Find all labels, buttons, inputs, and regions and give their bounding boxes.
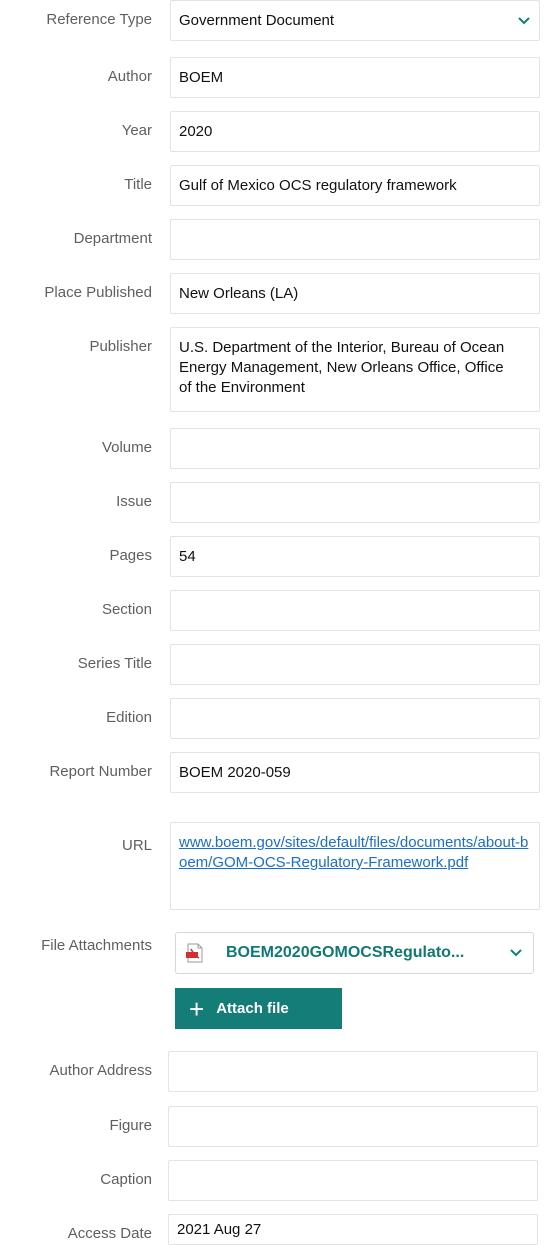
url-field[interactable]: www.boem.gov/sites/default/files/documen… <box>170 822 540 910</box>
place-published-field[interactable]: New Orleans (LA) <box>170 273 540 314</box>
chevron-down-icon <box>509 946 523 960</box>
publisher-field[interactable]: U.S. Department of the Interior, Bureau … <box>170 327 540 412</box>
url-link[interactable]: www.boem.gov/sites/default/files/documen… <box>179 834 528 871</box>
pages-field[interactable]: 54 <box>170 536 540 577</box>
department-label: Department <box>73 230 152 247</box>
attach-file-button[interactable]: + Attach file <box>175 988 342 1029</box>
attach-file-label: Attach file <box>216 1000 289 1017</box>
access-date-label: Access Date <box>67 1225 152 1242</box>
publisher-label: Publisher <box>89 338 152 355</box>
title-field[interactable]: Gulf of Mexico OCS regulatory framework <box>170 165 540 206</box>
pages-label: Pages <box>109 547 152 564</box>
plus-icon: + <box>189 993 205 1024</box>
author-address-label: Author Address <box>49 1062 152 1079</box>
report-number-field[interactable]: BOEM 2020-059 <box>170 752 540 793</box>
department-field[interactable] <box>170 219 540 260</box>
reference-type-label: Reference Type <box>46 11 152 28</box>
author-label: Author <box>107 68 152 85</box>
author-field[interactable]: BOEM <box>170 57 540 98</box>
reference-type-value: Government Document <box>179 11 335 29</box>
reference-type-select[interactable]: Government Document <box>170 0 540 41</box>
section-field[interactable] <box>170 590 540 631</box>
chevron-down-icon <box>517 14 531 28</box>
volume-label: Volume <box>101 439 152 456</box>
section-label: Section <box>101 601 152 618</box>
year-field[interactable]: 2020 <box>170 111 540 152</box>
volume-field[interactable] <box>170 428 540 469</box>
file-attachment-name: BOEM2020GOMOCSRegulato... <box>226 944 465 961</box>
url-label: URL <box>121 837 152 854</box>
series-title-field[interactable] <box>170 644 540 685</box>
file-attachments-label: File Attachments <box>41 937 152 954</box>
pdf-file-icon <box>186 943 204 963</box>
series-title-label: Series Title <box>77 655 152 672</box>
edition-label: Edition <box>106 709 152 726</box>
issue-label: Issue <box>116 493 152 510</box>
file-attachment-select[interactable]: BOEM2020GOMOCSRegulato... <box>175 932 534 974</box>
figure-field[interactable] <box>168 1106 538 1147</box>
report-number-label: Report Number <box>49 763 152 780</box>
access-date-field[interactable]: 2021 Aug 27 <box>168 1214 538 1245</box>
author-address-field[interactable] <box>168 1051 538 1092</box>
place-published-label: Place Published <box>44 284 152 301</box>
title-label: Title <box>124 176 152 193</box>
caption-field[interactable] <box>168 1160 538 1201</box>
figure-label: Figure <box>109 1117 152 1134</box>
issue-field[interactable] <box>170 482 540 523</box>
year-label: Year <box>121 122 152 139</box>
caption-label: Caption <box>100 1171 152 1188</box>
edition-field[interactable] <box>170 698 540 739</box>
